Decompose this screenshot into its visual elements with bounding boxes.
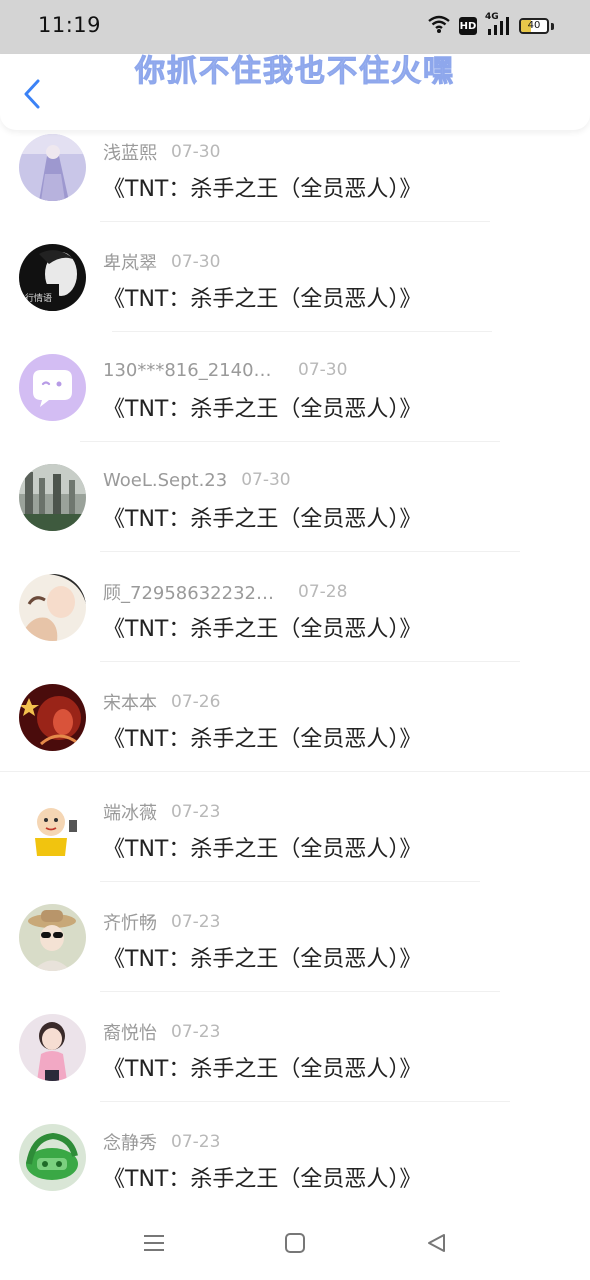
list-item[interactable]: 端冰薇 07-23 《TNT：杀手之王（全员恶人）》 [0,790,590,900]
avatar [19,1124,86,1191]
avatar [19,134,86,201]
item-date: 07-30 [171,142,221,162]
item-meta: 浅蓝熙 07-30 [103,139,221,164]
back-button[interactable] [16,76,48,116]
battery-cap [551,22,554,30]
hd-badge: HD [459,17,477,35]
item-meta: 宋本本 07-26 [103,689,221,714]
item-date: 07-23 [171,1022,221,1042]
wifi-icon [427,14,451,38]
divider [100,1101,510,1102]
user-name: 浅蓝熙 [103,143,157,164]
user-name: 宋本本 [103,693,157,714]
book-title: 《TNT：杀手之王（全员恶人）》 [103,617,422,642]
user-name: 裔悦怡 [103,1023,157,1044]
list-item[interactable]: 行情语 卑岚翠 07-30 《TNT：杀手之王（全员恶人）》 [0,240,590,350]
item-date: 07-26 [171,692,221,712]
list-item[interactable]: 顾_729586322321... 07-28 《TNT：杀手之王（全员恶人）》 [0,570,590,680]
item-meta: 齐忻畅 07-23 [103,909,221,934]
svg-text:行情语: 行情语 [25,292,52,304]
avatar [19,904,86,971]
item-meta: 卑岚翠 07-30 [103,249,221,274]
book-title: 《TNT：杀手之王（全员恶人）》 [103,837,422,862]
book-title: 《TNT：杀手之王（全员恶人）》 [103,397,422,422]
battery-icon: 40 [519,18,549,34]
status-icons: HD 4G 40 [427,12,554,38]
avatar [19,354,86,421]
status-bar: 11:19 HD 4G 40 [0,0,590,54]
book-title: 《TNT：杀手之王（全员恶人）》 [103,947,422,972]
item-date: 07-28 [298,582,348,602]
list-item[interactable]: WoeL.Sept.23 07-30 《TNT：杀手之王（全员恶人）》 [0,460,590,570]
signal-icon: 4G [485,12,511,37]
item-meta: WoeL.Sept.23 07-30 [103,469,291,493]
book-title: 《TNT：杀手之王（全员恶人）》 [103,177,422,202]
item-date: 07-30 [241,470,291,490]
avatar [19,464,86,531]
divider [80,441,500,442]
book-title: 《TNT：杀手之王（全员恶人）》 [103,727,422,752]
user-name: 顾_729586322321... [103,583,278,604]
avatar [19,684,86,751]
divider [100,551,520,552]
divider [100,661,520,662]
list-item[interactable]: 裔悦怡 07-23 《TNT：杀手之王（全员恶人）》 [0,1010,590,1120]
battery-level: 40 [527,20,541,31]
divider [100,991,500,992]
list-item[interactable]: 齐忻畅 07-23 《TNT：杀手之王（全员恶人）》 [0,900,590,1010]
user-name: 念静秀 [103,1133,157,1154]
user-name: 端冰薇 [103,803,157,824]
item-meta: 顾_729586322321... 07-28 [103,579,348,604]
divider [100,221,490,222]
user-name: 齐忻畅 [103,913,157,934]
square-home-icon [284,1232,306,1258]
back-nav-button[interactable] [421,1230,451,1260]
chevron-left-icon [22,78,42,114]
item-meta: 端冰薇 07-23 [103,799,221,824]
avatar [19,574,86,641]
list-item[interactable]: 130***816_21400... 07-30 《TNT：杀手之王（全员恶人）》 [0,350,590,460]
page-title: 你抓不住我也不住火嘿 [135,54,455,90]
reader-list: 浅蓝熙 07-30 《TNT：杀手之王（全员恶人）》 行情语 卑岚翠 07-30 《… [0,130,590,1230]
book-title: 《TNT：杀手之王（全员恶人）》 [103,507,422,532]
menu-icon [142,1232,166,1258]
menu-button[interactable] [139,1230,169,1260]
item-meta: 念静秀 07-23 [103,1129,221,1154]
home-button[interactable] [280,1230,310,1260]
book-title: 《TNT：杀手之王（全员恶人）》 [103,1057,422,1082]
divider [0,771,590,772]
item-meta: 裔悦怡 07-23 [103,1019,221,1044]
item-date: 07-30 [171,252,221,272]
system-nav-bar [0,1212,590,1280]
item-date: 07-23 [171,1132,221,1152]
divider [100,881,480,882]
list-item[interactable]: 宋本本 07-26 《TNT：杀手之王（全员恶人）》 [0,680,590,790]
item-date: 07-30 [298,360,348,380]
user-name: 卑岚翠 [103,253,157,274]
header: 你抓不住我也不住火嘿 [0,54,590,130]
user-name: WoeL.Sept.23 [103,469,228,491]
triangle-back-icon [425,1232,447,1258]
status-time: 11:19 [38,13,102,37]
item-date: 07-23 [171,802,221,822]
avatar: 行情语 [19,244,86,311]
book-title: 《TNT：杀手之王（全员恶人）》 [103,1167,422,1192]
divider [112,331,492,332]
list-item[interactable]: 浅蓝熙 07-30 《TNT：杀手之王（全员恶人）》 [0,130,590,240]
avatar [19,794,86,861]
avatar [19,1014,86,1081]
book-title: 《TNT：杀手之王（全员恶人）》 [103,287,422,312]
item-meta: 130***816_21400... 07-30 [103,359,347,383]
item-date: 07-23 [171,912,221,932]
user-name: 130***816_21400... [103,359,278,381]
